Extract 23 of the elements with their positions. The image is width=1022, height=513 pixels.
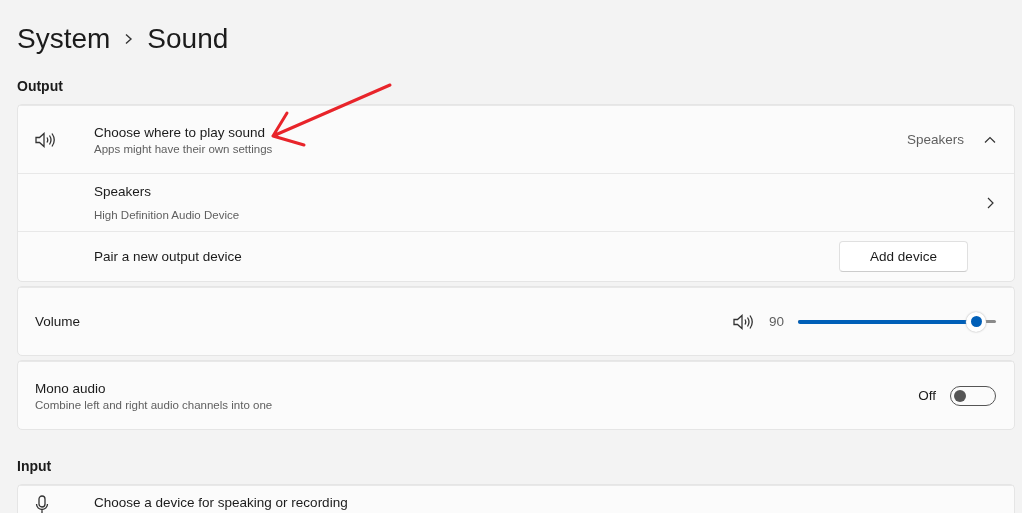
setting-description: Apps might have their own settings <box>94 142 274 155</box>
setting-title: Speakers <box>94 184 153 199</box>
volume-value: 90 <box>768 314 784 329</box>
toggle-state-label: Off <box>918 388 936 403</box>
breadcrumb-item: Sound <box>147 23 229 55</box>
setting-title: Volume <box>35 314 82 329</box>
microphone-icon <box>35 495 49 513</box>
volume-slider[interactable] <box>798 313 996 330</box>
speaker-icon <box>732 313 755 330</box>
speaker-icon <box>35 131 57 148</box>
section-heading: Output <box>17 78 64 94</box>
chevron-right-icon <box>124 33 134 45</box>
section-heading: Input <box>17 458 53 474</box>
breadcrumb-item[interactable]: System <box>17 23 111 55</box>
setting-title: Choose where to play sound <box>94 124 267 140</box>
setting-title: Mono audio <box>35 380 107 396</box>
setting-title: Choose a device for speaking or recording <box>94 495 349 510</box>
setting-description: High Definition Audio Device <box>94 209 241 221</box>
selected-device-label: Speakers <box>906 132 964 147</box>
setting-description: Combine left and right audio channels into one <box>35 398 274 411</box>
add-device-button[interactable]: Add device <box>839 241 968 272</box>
slider-thumb[interactable] <box>966 311 987 332</box>
setting-title: Pair a new output device <box>94 249 243 264</box>
